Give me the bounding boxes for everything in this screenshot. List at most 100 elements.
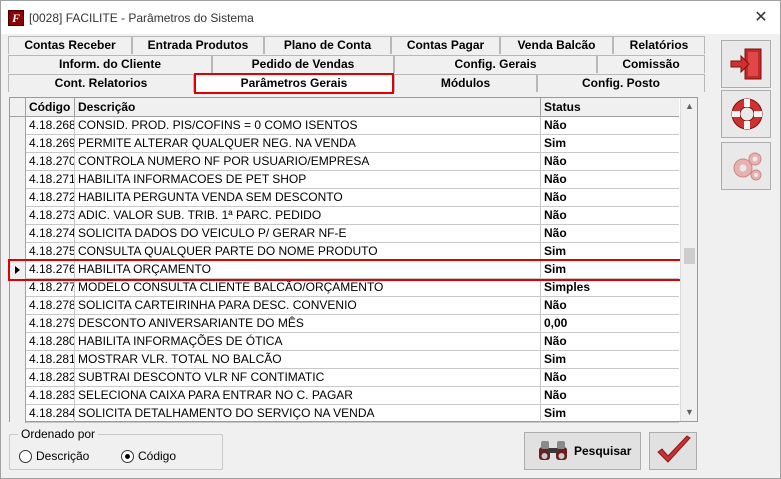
table-row[interactable]: 4.18.275 CONSULTA QUALQUER PARTE DO NOME…	[10, 243, 679, 261]
settings-button[interactable]	[721, 142, 771, 190]
row-indicator	[10, 387, 26, 405]
cell-descricao: HABILITA INFORMAÇÕES DE ÓTICA	[75, 333, 541, 351]
cell-descricao: HABILITA PERGUNTA VENDA SEM DESCONTO	[75, 189, 541, 207]
cell-codigo: 4.18.282	[26, 369, 75, 387]
cell-descricao: PERMITE ALTERAR QUALQUER NEG. NA VENDA	[75, 135, 541, 153]
cell-codigo: 4.18.269	[26, 135, 75, 153]
cell-status: Não	[544, 370, 567, 384]
header-codigo[interactable]: Código	[26, 98, 75, 117]
table-row[interactable]: 4.18.273 ADIC. VALOR SUB. TRIB. 1ª PARC.…	[10, 207, 679, 225]
tab-parametros-gerais[interactable]: Parâmetros Gerais	[194, 73, 394, 94]
table-row[interactable]: 4.18.274 SOLICITA DADOS DO VEICULO P/ GE…	[10, 225, 679, 243]
title-bar: F [0028] FACILITE - Parâmetros do Sistem…	[1, 1, 780, 34]
cell-codigo: 4.18.280	[26, 333, 75, 351]
tab-venda-balcao[interactable]: Venda Balcão	[500, 36, 613, 54]
current-row-arrow-icon	[15, 266, 20, 274]
cell-status: Não	[544, 388, 567, 402]
tab-config-posto[interactable]: Config. Posto	[537, 74, 705, 92]
cell-descricao: MOSTRAR VLR. TOTAL NO BALCÃO	[75, 351, 541, 369]
tab-relatorios[interactable]: Relatórios	[613, 36, 705, 54]
tab-config-gerais[interactable]: Config. Gerais	[394, 55, 597, 73]
cell-descricao: SUBTRAI DESCONTO VLR NF CONTIMATIC	[75, 369, 541, 387]
parameters-grid: Código Descrição Status 4.18.268 CONSID.…	[8, 97, 698, 423]
checkmark-icon	[657, 435, 691, 463]
table-row[interactable]: 4.18.278 SOLICITA CARTEIRINHA PARA DESC.…	[10, 297, 679, 315]
header-indicator	[10, 98, 26, 117]
table-row[interactable]: 4.18.280 HABILITA INFORMAÇÕES DE ÓTICA N…	[10, 333, 679, 351]
ordering-group: Ordenado por Descrição Código	[9, 427, 223, 470]
scroll-thumb[interactable]	[684, 248, 695, 264]
tab-plano-de-conta[interactable]: Plano de Conta	[264, 36, 391, 54]
help-button[interactable]	[721, 90, 771, 138]
vertical-scrollbar[interactable]: ▲ ▼	[680, 98, 697, 421]
cell-descricao: HABILITA ORÇAMENTO	[75, 261, 541, 279]
cell-status: Sim	[544, 244, 567, 258]
search-button[interactable]: Pesquisar	[524, 432, 641, 470]
close-button[interactable]: ✕	[746, 7, 776, 29]
tab-contas-pagar[interactable]: Contas Pagar	[391, 36, 500, 54]
tab-modulos[interactable]: Módulos	[394, 74, 537, 92]
cell-status: 0,00	[544, 316, 568, 330]
scroll-down-button[interactable]: ▼	[681, 404, 698, 421]
cell-descricao: CONSID. PROD. PIS/COFINS = 0 COMO ISENTO…	[75, 117, 541, 135]
cell-descricao: CONTROLA NUMERO NF POR USUARIO/EMPRESA	[75, 153, 541, 171]
cell-status: Sim	[544, 352, 567, 366]
cell-codigo: 4.18.277	[26, 279, 75, 297]
client-area: Contas Receber Entrada Produtos Plano de…	[1, 34, 780, 478]
cell-status: Sim	[544, 406, 567, 420]
cell-codigo: 4.18.275	[26, 243, 75, 261]
row-indicator	[10, 153, 26, 171]
table-row[interactable]: 4.18.284 SOLICITA DETALHAMENTO DO SERVIÇ…	[10, 405, 679, 423]
cell-codigo: 4.18.281	[26, 351, 75, 369]
search-button-label: Pesquisar	[574, 444, 632, 458]
table-row[interactable]: 4.18.279 DESCONTO ANIVERSARIANTE DO MÊS …	[10, 315, 679, 333]
tab-comissao[interactable]: Comissão	[597, 55, 705, 73]
confirm-button[interactable]	[649, 432, 697, 470]
exit-door-icon	[730, 48, 762, 80]
table-row[interactable]: 4.18.271 HABILITA INFORMACOES DE PET SHO…	[10, 171, 679, 189]
tab-inform-do-cliente[interactable]: Inform. do Cliente	[8, 55, 212, 73]
cell-status: Não	[544, 334, 567, 348]
radio-codigo[interactable]	[121, 450, 134, 463]
cell-codigo: 4.18.284	[26, 405, 75, 423]
scroll-up-button[interactable]: ▲	[681, 98, 698, 115]
cell-status: Não	[544, 154, 567, 168]
cell-status: Não	[544, 172, 567, 186]
tab-entrada-produtos[interactable]: Entrada Produtos	[132, 36, 264, 54]
table-row[interactable]: 4.18.283 SELECIONA CAIXA PARA ENTRAR NO …	[10, 387, 679, 405]
radio-descricao[interactable]	[19, 450, 32, 463]
header-status[interactable]: Status	[541, 98, 679, 117]
table-row[interactable]: 4.18.277 MODELO CONSULTA CLIENTE BALCÃO/…	[10, 279, 679, 297]
cell-descricao: HABILITA INFORMACOES DE PET SHOP	[75, 171, 541, 189]
tab-contas-receber[interactable]: Contas Receber	[8, 36, 132, 54]
radio-codigo-label[interactable]: Código	[138, 450, 176, 463]
cell-codigo: 4.18.273	[26, 207, 75, 225]
table-row[interactable]: 4.18.269 PERMITE ALTERAR QUALQUER NEG. N…	[10, 135, 679, 153]
header-descricao[interactable]: Descrição	[75, 98, 541, 117]
tab-cont-relatorios[interactable]: Cont. Relatorios	[8, 74, 194, 92]
table-row-selected[interactable]: 4.18.276 HABILITA ORÇAMENTO Sim	[10, 261, 679, 279]
cell-descricao: SOLICITA DADOS DO VEICULO P/ GERAR NF-E	[75, 225, 541, 243]
row-indicator	[10, 189, 26, 207]
row-indicator	[10, 225, 26, 243]
table-row[interactable]: 4.18.268 CONSID. PROD. PIS/COFINS = 0 CO…	[10, 117, 679, 135]
ordering-legend: Ordenado por	[18, 427, 99, 441]
row-indicator-current	[10, 261, 26, 279]
app-icon: F	[8, 10, 24, 26]
tab-pedido-de-vendas[interactable]: Pedido de Vendas	[212, 55, 394, 73]
table-row[interactable]: 4.18.282 SUBTRAI DESCONTO VLR NF CONTIMA…	[10, 369, 679, 387]
tab-strip: Contas Receber Entrada Produtos Plano de…	[8, 36, 705, 94]
cell-status: Não	[544, 298, 567, 312]
table-row[interactable]: 4.18.270 CONTROLA NUMERO NF POR USUARIO/…	[10, 153, 679, 171]
radio-descricao-label[interactable]: Descrição	[36, 450, 89, 463]
binoculars-icon	[539, 441, 567, 460]
cell-descricao: CONSULTA QUALQUER PARTE DO NOME PRODUTO	[75, 243, 541, 261]
cell-status: Não	[544, 118, 567, 132]
exit-button[interactable]	[721, 40, 771, 88]
table-row[interactable]: 4.18.272 HABILITA PERGUNTA VENDA SEM DES…	[10, 189, 679, 207]
window: F [0028] FACILITE - Parâmetros do Sistem…	[0, 0, 781, 479]
table-row[interactable]: 4.18.281 MOSTRAR VLR. TOTAL NO BALCÃO Si…	[10, 351, 679, 369]
row-indicator	[10, 351, 26, 369]
cell-descricao: SELECIONA CAIXA PARA ENTRAR NO C. PAGAR	[75, 387, 541, 405]
cell-descricao: SOLICITA DETALHAMENTO DO SERVIÇO NA VEND…	[75, 405, 541, 423]
